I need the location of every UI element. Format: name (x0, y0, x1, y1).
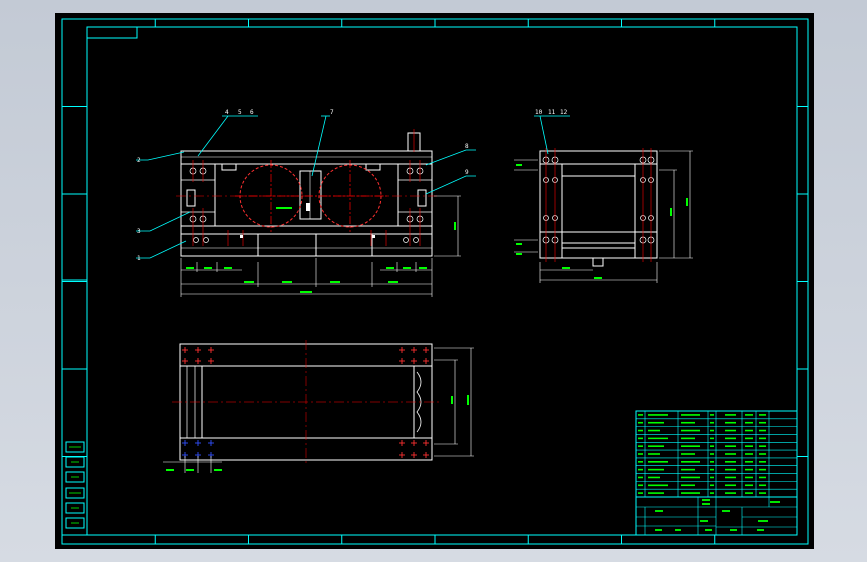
balloon-8: 8 (465, 143, 469, 150)
balloon-11: 11 (548, 109, 556, 116)
balloon-7: 7 (330, 109, 334, 116)
cad-viewport[interactable]: 2 3 1 4 5 6 7 8 9 10 11 12 (0, 0, 867, 562)
balloon-2: 2 (137, 157, 141, 164)
balloon-12: 12 (560, 109, 568, 116)
balloon-6: 6 (250, 109, 254, 116)
balloon-10: 10 (535, 109, 543, 116)
balloon-3: 3 (137, 228, 141, 235)
balloon-5: 5 (238, 109, 242, 116)
cad-drawing-sheet[interactable]: 2 3 1 4 5 6 7 8 9 10 11 12 (0, 0, 867, 562)
side-view-balloons: 10 11 12 (535, 109, 568, 116)
balloon-4: 4 (225, 109, 229, 116)
balloon-9: 9 (465, 169, 469, 176)
balloon-1: 1 (137, 255, 141, 262)
model-space-background (55, 13, 814, 549)
